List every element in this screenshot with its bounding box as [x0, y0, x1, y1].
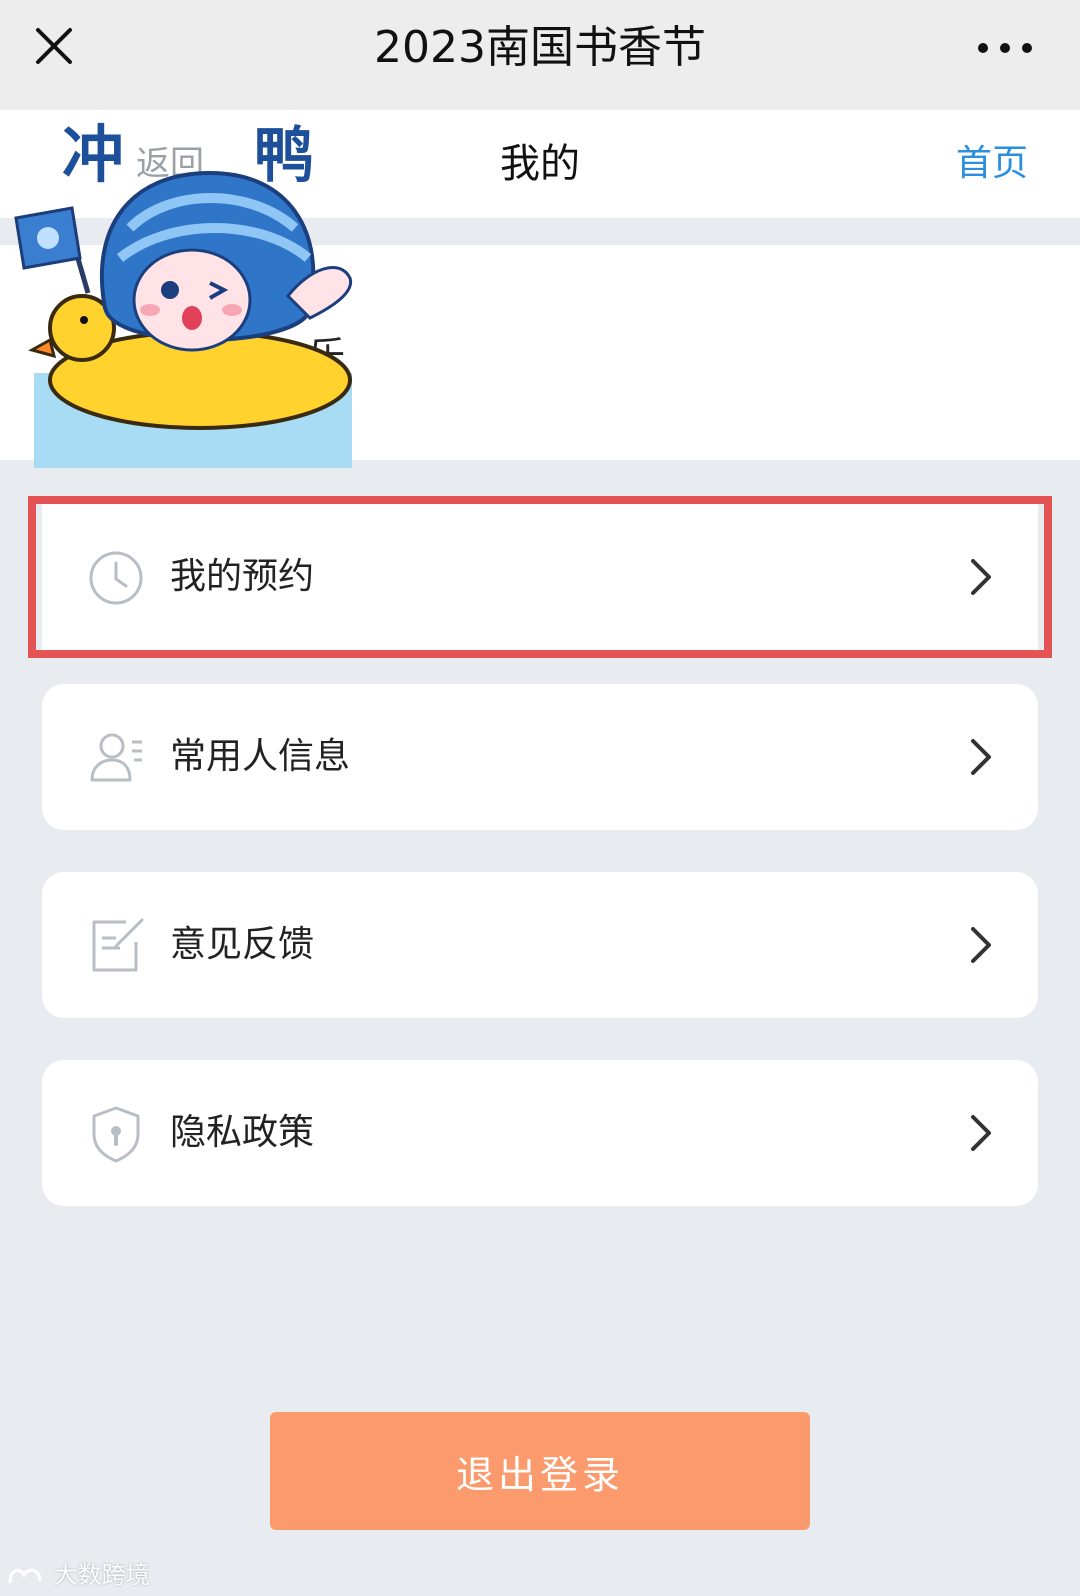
window-title: 2023南国书香节 [374, 22, 706, 73]
logout-button[interactable]: 退出登录 [270, 1412, 810, 1530]
menu-item-my-reservations[interactable]: 我的预约 [42, 504, 1038, 650]
chevron-right-icon [971, 927, 991, 963]
home-link[interactable]: 首页 [956, 110, 1028, 218]
chevron-right-icon [971, 1115, 991, 1151]
menu-item-label: 意见反馈 [170, 924, 315, 965]
menu-item-label: 常用人信息 [170, 736, 351, 777]
watermark: 大数跨境 [6, 1560, 150, 1590]
sticker-text-right: 鸭 [254, 121, 314, 191]
watermark-text: 大数跨境 [53, 1561, 150, 1589]
clock-icon [89, 551, 143, 605]
mascot-sticker: 冲 鸭 [14, 118, 353, 468]
shield-lock-icon [92, 1106, 140, 1163]
menu-item-contacts[interactable]: 常用人信息 [42, 684, 1038, 830]
menu-item-label: 我的预约 [170, 556, 315, 597]
sticker-text-left: 冲 [62, 118, 124, 191]
menu-item-feedback[interactable]: 意见反馈 [42, 872, 1038, 1018]
watermark-logo-icon [8, 1568, 42, 1584]
menu-item-privacy-policy[interactable]: 隐私政策 [42, 1060, 1038, 1206]
contact-person-icon [90, 733, 142, 782]
more-options-icon[interactable] [975, 38, 1035, 58]
menu-item-label: 隐私政策 [170, 1112, 315, 1153]
feedback-edit-icon [92, 918, 144, 972]
chevron-right-icon [971, 739, 991, 775]
top-bar: 2023南国书香节 [0, 0, 1080, 110]
chevron-right-icon [971, 559, 991, 595]
